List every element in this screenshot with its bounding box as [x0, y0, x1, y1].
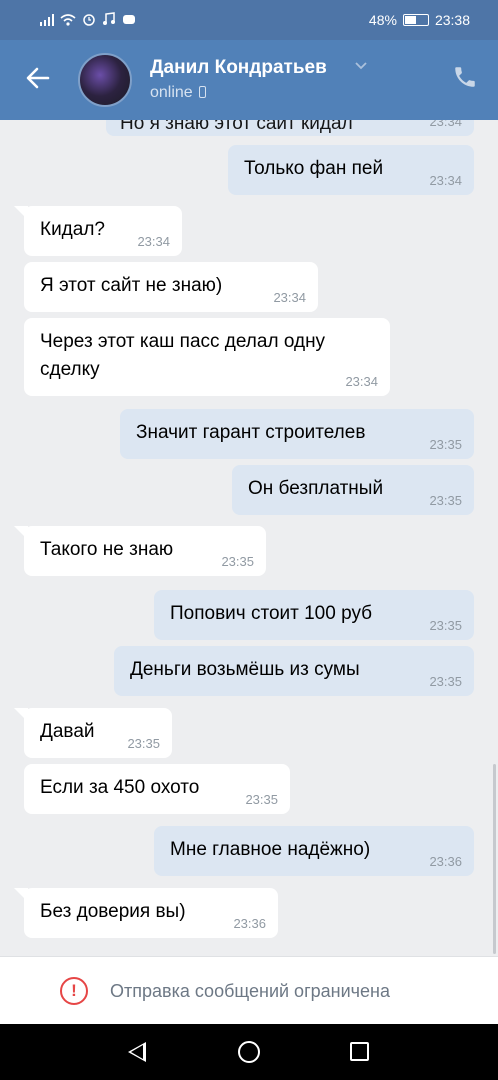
message-outgoing[interactable]: Попович стоит 100 руб 23:35 [154, 590, 474, 640]
alarm-icon [82, 12, 96, 29]
message-incoming[interactable]: Я этот сайт не знаю) 23:34 [24, 262, 318, 312]
chevron-down-icon[interactable] [354, 58, 368, 74]
system-nav-bar [0, 1024, 498, 1080]
chat-header: Данил Кондратьев online [0, 40, 498, 120]
bubble-tail [14, 888, 28, 902]
bubble-tail [14, 526, 28, 540]
restriction-text: Отправка сообщений ограничена [110, 981, 390, 1001]
message-text: Деньги возьмёшь из сумы [130, 659, 360, 680]
message-time: 23:35 [429, 618, 462, 633]
signal-icon [40, 13, 54, 29]
message-incoming[interactable]: Такого не знаю 23:35 [14, 526, 266, 576]
mobile-device-icon [198, 86, 206, 98]
message-incoming[interactable]: Давай 23:35 [14, 708, 172, 758]
bubble-tail [14, 708, 28, 722]
contact-name[interactable]: Данил Кондратьев [150, 57, 327, 79]
message-time: 23:34 [429, 173, 462, 188]
scrollbar[interactable] [493, 764, 496, 954]
wifi-icon [60, 13, 76, 29]
message-list[interactable]: Но я знаю этот сайт кидал 23:34 Только ф… [0, 120, 498, 956]
message-outgoing[interactable]: Деньги возьмёшь из сумы 23:35 [114, 646, 474, 696]
message-outgoing[interactable]: Но я знаю этот сайт кидал 23:34 [106, 120, 474, 136]
message-time: 23:35 [127, 736, 160, 751]
message-time: 23:34 [345, 374, 378, 389]
back-arrow-icon[interactable] [22, 64, 54, 96]
message-incoming[interactable]: Если за 450 охото 23:35 [24, 764, 290, 814]
status-icons [40, 12, 136, 29]
message-time: 23:34 [429, 120, 462, 129]
phone-icon[interactable] [448, 64, 482, 98]
battery-percent: 48% [368, 12, 397, 28]
message-outgoing[interactable]: Только фан пей 23:34 [228, 145, 474, 195]
message-time: 23:34 [273, 290, 306, 305]
message-text: Попович стоит 100 руб [170, 603, 373, 624]
message-time: 23:35 [429, 674, 462, 689]
message-outgoing[interactable]: Значит гарант строителев 23:35 [120, 409, 474, 459]
message-time: 23:35 [429, 493, 462, 508]
message-time: 23:35 [429, 437, 462, 452]
message-incoming[interactable]: Кидал? 23:34 [14, 206, 182, 256]
message-time: 23:35 [221, 554, 254, 569]
message-time: 23:34 [137, 234, 170, 249]
message-time: 23:36 [429, 854, 462, 869]
message-incoming[interactable]: Без доверия вы) 23:36 [14, 888, 278, 938]
status-right: 48% 23:38 [369, 12, 470, 28]
online-status-text: online [150, 84, 193, 101]
message-outgoing[interactable]: Мне главное надёжно) 23:36 [154, 826, 474, 876]
battery-icon [402, 14, 429, 26]
message-text: Значит гарант строителев [136, 422, 366, 443]
music-icon [102, 12, 116, 29]
exclamation-circle-icon: ! [60, 977, 88, 1005]
message-outgoing[interactable]: Он безплатный 23:35 [232, 465, 474, 515]
nav-recent-icon[interactable] [350, 1042, 369, 1061]
status-bar: 48% 23:38 [0, 0, 498, 40]
message-time: 23:36 [233, 916, 266, 931]
message-incoming[interactable]: Через этот каш пасс делал одну сделку 23… [24, 318, 390, 396]
message-text: Мне главное надёжно) [170, 839, 371, 860]
message-text: Но я знаю этот сайт кидал [120, 120, 353, 134]
contact-status: online [150, 84, 206, 102]
nav-back-icon[interactable] [128, 1042, 146, 1062]
notification-icon [122, 12, 136, 29]
message-time: 23:35 [245, 792, 278, 807]
nav-home-icon[interactable] [238, 1041, 260, 1063]
clock: 23:38 [434, 12, 470, 28]
messaging-restricted-bar: ! Отправка сообщений ограничена [0, 956, 498, 1024]
bubble-tail [14, 206, 28, 220]
avatar[interactable] [78, 53, 132, 107]
message-text: Через этот каш пасс делал одну сделку [40, 331, 326, 380]
